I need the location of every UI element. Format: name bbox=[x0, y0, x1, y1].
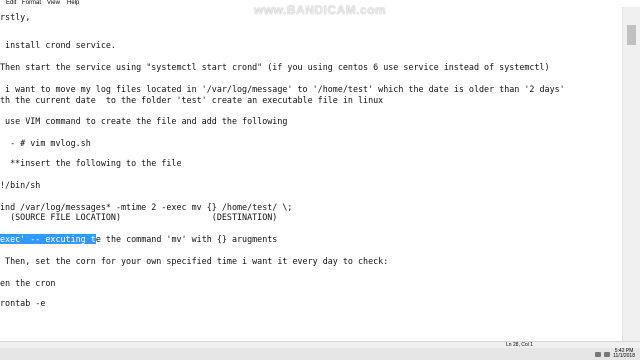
status-bar: Ln 28, Col 1 bbox=[0, 341, 640, 348]
vertical-scrollbar[interactable] bbox=[622, 7, 640, 341]
text-line: use VIM command to create the file and a… bbox=[0, 116, 288, 126]
text-line-rest: e the command 'mv' with {} arugments bbox=[95, 234, 278, 244]
bandicam-watermark: www.BANDICAM.com bbox=[254, 3, 387, 17]
text-line: rstly, bbox=[0, 12, 31, 22]
taskbar: 5:42 PM 11/1/2018 bbox=[0, 348, 640, 360]
text-line: en the cron bbox=[0, 278, 56, 288]
text-line-with-selection: exec' -- excuting te the command 'mv' wi… bbox=[0, 234, 277, 244]
system-tray: 5:42 PM 11/1/2018 bbox=[595, 348, 635, 360]
clock-date: 11/1/2018 bbox=[613, 353, 635, 359]
text-selection[interactable]: exec' -- excuting t bbox=[0, 234, 96, 244]
menu-help[interactable]: Help bbox=[67, 0, 79, 7]
scrollbar-thumb[interactable] bbox=[627, 25, 636, 45]
text-line: i want to move my log files located in '… bbox=[0, 84, 565, 94]
text-line: Then start the service using "systemctl … bbox=[0, 62, 550, 72]
text-editor-area[interactable]: rstly, install crond service. Then start… bbox=[0, 7, 622, 341]
text-line: Then, set the corn for your own specifie… bbox=[0, 256, 389, 266]
text-line: th the current date to the folder 'test'… bbox=[0, 95, 384, 105]
menu-edit[interactable]: Edit bbox=[6, 0, 16, 7]
text-line: install crond service. bbox=[0, 40, 116, 50]
text-line: **insert the following to the file bbox=[0, 158, 182, 168]
speaker-icon[interactable] bbox=[604, 351, 611, 357]
network-icon[interactable] bbox=[595, 351, 602, 357]
menu-view[interactable]: View bbox=[47, 0, 60, 7]
text-line: - # vim mvlog.sh bbox=[0, 138, 91, 148]
text-line: !/bin/sh bbox=[0, 180, 41, 190]
text-line: rontab -e bbox=[0, 298, 46, 308]
taskbar-clock[interactable]: 5:42 PM 11/1/2018 bbox=[613, 349, 635, 359]
menu-format[interactable]: Format bbox=[22, 0, 41, 7]
text-line: ind /var/log/messages* -mtime 2 -exec mv… bbox=[0, 202, 293, 212]
text-line: (SOURCE FILE LOCATION) (DESTINATION) bbox=[0, 212, 278, 222]
